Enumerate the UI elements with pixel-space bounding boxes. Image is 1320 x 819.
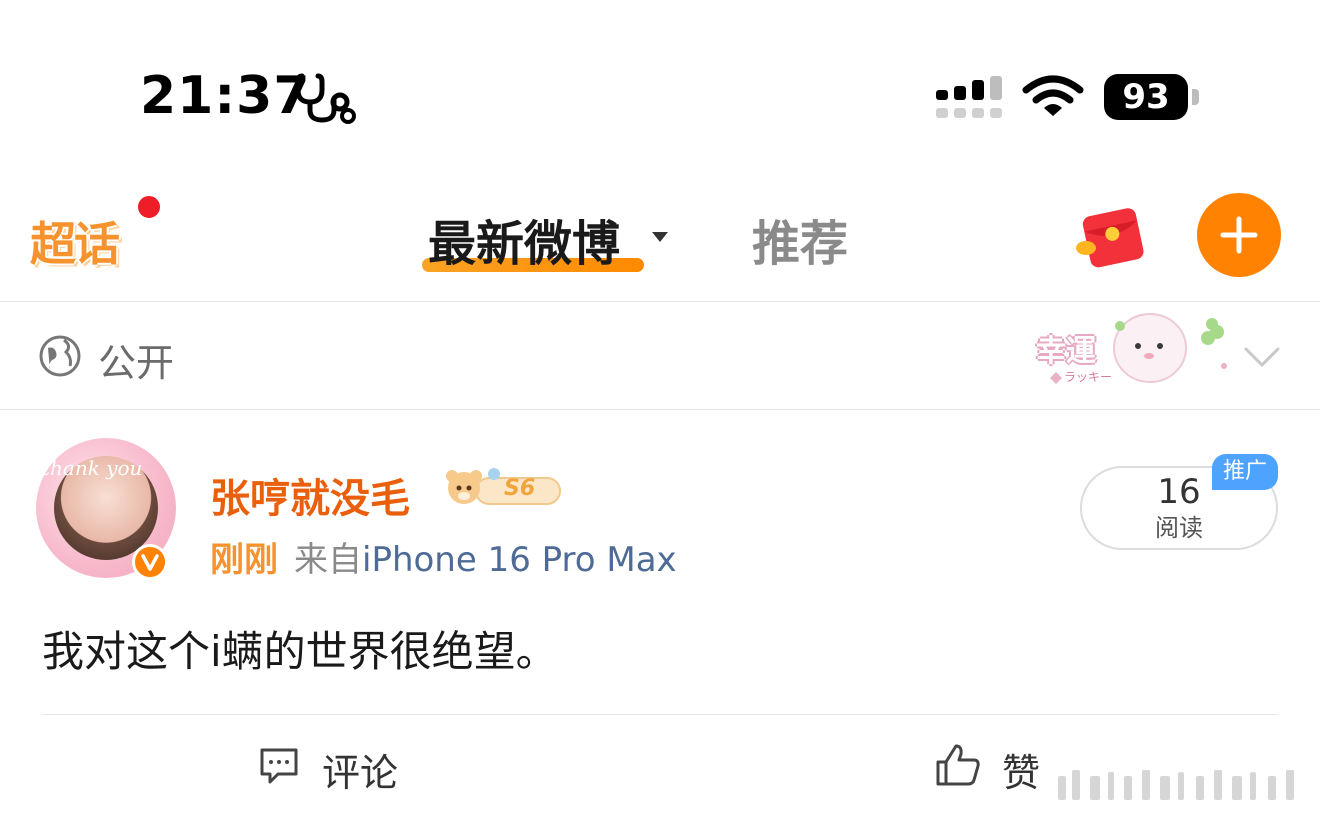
tab-latest-weibo[interactable]: 最新微博 [422,204,644,274]
comment-icon [260,748,298,784]
comment-label: 评论 [322,751,399,795]
wifi-icon [1022,75,1084,116]
fan-level-text: S6 [504,476,536,501]
post-content: 我对这个i螨的世界很绝望。 [42,627,558,676]
add-post-button[interactable] [1197,193,1281,277]
like-label: 赞 [1002,751,1041,795]
verified-v-icon [141,554,159,571]
battery-tip [1192,89,1199,105]
sticker-subtext: ラッキー [1064,370,1113,384]
tab-recommend[interactable]: 推荐 [752,204,848,274]
fan-level-badge-icon[interactable] [442,466,562,512]
privacy-label: 公开 [98,341,175,385]
notification-dot [135,193,163,221]
chaohua-logo-text: 超话 [30,217,120,271]
promote-tag[interactable]: 推广 [1212,454,1278,490]
post-meta: 刚刚 来自iPhone 16 Pro Max [210,532,677,581]
chaohua-logo[interactable]: 超话 [30,204,140,278]
username-link[interactable]: 张哼就没毛 [210,466,410,524]
action-divider [42,714,1278,715]
user-avatar[interactable]: thank you [36,438,176,580]
watermark-image [1058,770,1294,800]
top-nav-bar: 超话 最新微博 推荐 [0,160,1320,302]
caret-down-icon[interactable] [650,230,670,244]
verified-badge [132,544,168,580]
post-time: 刚刚 [210,540,278,580]
battery-indicator: 93 [1104,74,1200,120]
stethoscope-icon [296,73,356,124]
avatar-frame-text: thank you [42,456,143,480]
thumbs-up-icon [936,744,980,786]
post-device-link[interactable]: iPhone 16 Pro Max [362,540,677,580]
globe-icon [39,335,81,377]
tab-latest-label: 最新微博 [428,216,621,272]
cellular-signal-icon [936,76,1002,118]
chevron-down-icon[interactable] [1243,346,1281,368]
read-label: 阅读 [1155,514,1203,542]
battery-level: 93 [1104,74,1188,120]
sticker-text: 幸運 [1036,334,1096,369]
red-packet-icon[interactable] [1074,202,1150,272]
status-bar: 21:37 93 [0,0,1320,160]
post-source-prefix: 来自 [294,540,362,580]
status-time: 21:37 [140,66,311,126]
plus-icon [1220,216,1258,254]
